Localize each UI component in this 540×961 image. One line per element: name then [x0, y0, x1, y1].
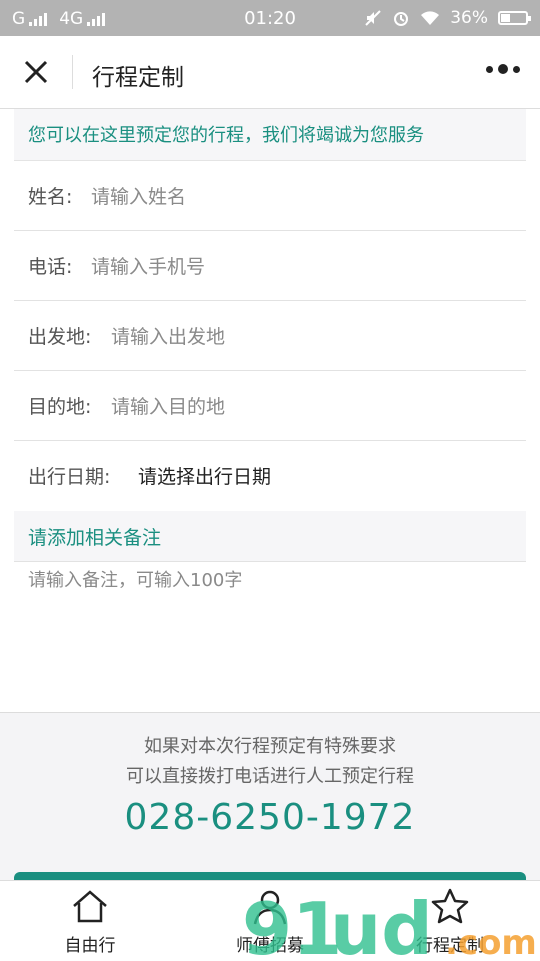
notes-heading-bar: 请添加相关备注: [14, 511, 526, 562]
intro-banner: 您可以在这里预定您的行程，我们将竭诚为您服务: [14, 109, 526, 161]
tab-bar: 自由行 师傅招募 行程定制: [0, 880, 540, 961]
tab-label: 自由行: [64, 936, 116, 956]
departure-label: 出发地:: [28, 326, 92, 348]
travel-date-field[interactable]: 出行日期: 请选择出行日期: [14, 440, 526, 510]
notes-textarea[interactable]: 请输入备注，可输入100字: [28, 566, 242, 592]
title-bar: 行程定制: [0, 36, 540, 109]
departure-input[interactable]: 请输入出发地: [111, 322, 225, 349]
phone-field[interactable]: 电话: 请输入手机号: [14, 230, 526, 301]
notice-line-2: 可以直接拨打电话进行人工预定行程: [126, 766, 414, 787]
name-field[interactable]: 姓名: 请输入姓名: [14, 160, 526, 231]
name-input[interactable]: 请输入姓名: [91, 182, 186, 209]
person-icon: [253, 890, 287, 925]
phone-label: 电话:: [28, 256, 73, 278]
departure-field[interactable]: 出发地: 请输入出发地: [14, 300, 526, 371]
tab-label: 行程定制: [416, 936, 484, 956]
phone-number-link[interactable]: 028-6250-1972: [0, 797, 540, 838]
battery-percent: 36%: [450, 8, 488, 28]
travel-date-picker[interactable]: 请选择出行日期: [138, 462, 271, 489]
name-label: 姓名:: [28, 186, 73, 208]
battery-icon: [498, 11, 531, 25]
phone-input[interactable]: 请输入手机号: [91, 252, 205, 279]
destination-input[interactable]: 请输入目的地: [111, 392, 225, 419]
tab-driver-recruit[interactable]: 师傅招募: [180, 881, 360, 961]
intro-text: 您可以在这里预定您的行程，我们将竭诚为您服务: [28, 125, 424, 146]
close-icon[interactable]: [18, 54, 54, 90]
tab-free-travel[interactable]: 自由行: [0, 881, 180, 961]
battery-fill: [501, 14, 510, 22]
status-bar: G 4G 01:20 36%: [0, 0, 540, 36]
tab-trip-custom[interactable]: 行程定制: [360, 881, 540, 961]
star-icon: [431, 888, 469, 924]
home-icon: [73, 890, 107, 923]
alarm-icon: [394, 12, 409, 26]
destination-field[interactable]: 目的地: 请输入目的地: [14, 370, 526, 441]
destination-label: 目的地:: [28, 396, 92, 418]
tab-label: 师傅招募: [236, 936, 304, 956]
page-title: 行程定制: [92, 65, 184, 91]
notice-line-1: 如果对本次行程预定有特殊要求: [144, 736, 396, 757]
mute-icon: [365, 10, 381, 26]
notes-heading: 请添加相关备注: [28, 527, 162, 549]
contact-notice: 如果对本次行程预定有特殊要求 可以直接拨打电话进行人工预定行程 028-6250…: [0, 712, 540, 881]
wifi-icon: [421, 11, 440, 25]
more-icon[interactable]: [486, 64, 520, 74]
travel-date-label: 出行日期:: [28, 466, 111, 488]
status-right: 36%: [364, 8, 531, 28]
title-divider: [72, 55, 73, 89]
